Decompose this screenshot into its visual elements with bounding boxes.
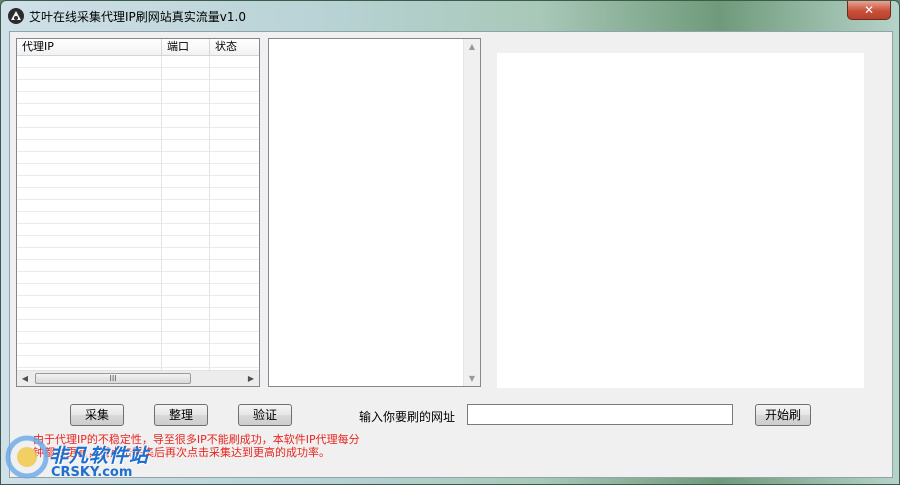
watermark-domain: CRSKY.com [51, 465, 133, 480]
app-window: 艾叶在线采集代理IP刷网站真实流量v1.0 ✕ 代理IP 端口 状态 ◀ III… [0, 0, 900, 485]
scroll-thumb[interactable]: III [35, 373, 191, 384]
app-icon [8, 8, 24, 24]
proxy-list[interactable]: 代理IP 端口 状态 ◀ III ▶ [16, 38, 260, 387]
window-title: 艾叶在线采集代理IP刷网站真实流量v1.0 [29, 10, 246, 24]
start-button[interactable]: 开始刷 [755, 404, 811, 426]
scroll-right-icon[interactable]: ▶ [243, 371, 259, 386]
scroll-up-icon[interactable]: ▲ [464, 39, 480, 54]
organize-button[interactable]: 整理 [154, 404, 208, 426]
watermark-name: 非凡软件站 [49, 445, 150, 467]
column-divider [161, 56, 162, 370]
proxy-list-rows[interactable] [17, 56, 259, 370]
verify-button[interactable]: 验证 [238, 404, 292, 426]
column-header-port[interactable]: 端口 [162, 39, 210, 55]
log-textbox[interactable]: ▲ ▼ [268, 38, 481, 387]
proxy-list-header: 代理IP 端口 状态 [17, 39, 259, 56]
web-browser-panel[interactable] [497, 53, 864, 388]
horizontal-scrollbar[interactable]: ◀ III ▶ [17, 370, 259, 386]
title-bar: 艾叶在线采集代理IP刷网站真实流量v1.0 ✕ [1, 1, 899, 31]
close-button[interactable]: ✕ [847, 1, 891, 20]
column-header-status[interactable]: 状态 [210, 39, 259, 55]
url-label: 输入你要刷的网址 [359, 410, 456, 424]
grip-icon: III [109, 374, 117, 383]
collect-button[interactable]: 采集 [70, 404, 124, 426]
scroll-left-icon[interactable]: ◀ [17, 371, 33, 386]
scroll-down-icon[interactable]: ▼ [464, 371, 480, 386]
url-input[interactable] [467, 404, 733, 425]
vertical-scrollbar[interactable]: ▲ ▼ [463, 39, 480, 386]
column-divider [209, 56, 210, 370]
column-header-ip[interactable]: 代理IP [17, 39, 162, 55]
